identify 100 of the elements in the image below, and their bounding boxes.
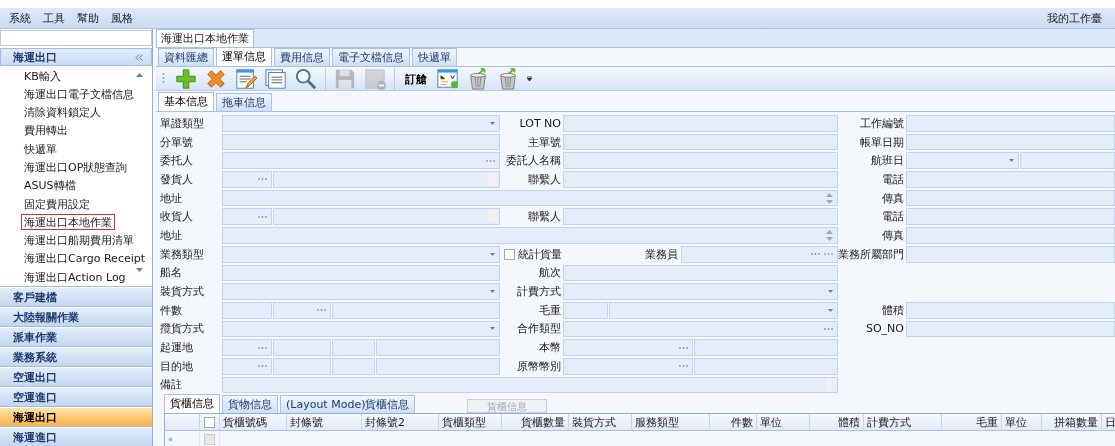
nav-group[interactable]: 空運進口 [0, 387, 152, 407]
lookup-field[interactable] [273, 301, 331, 319]
scroll-down-icon[interactable] [136, 268, 143, 272]
lookup-field[interactable] [563, 357, 693, 375]
menu-item[interactable]: 幫助 [77, 10, 99, 26]
input-field[interactable] [222, 133, 500, 151]
input-field[interactable] [563, 171, 838, 188]
input-field[interactable] [222, 376, 838, 394]
input-field[interactable] [906, 171, 1115, 188]
dropdown-arrow-icon[interactable] [490, 290, 495, 294]
input-field[interactable] [376, 357, 500, 375]
tab[interactable]: 快遞單 [412, 48, 457, 66]
nav-group[interactable]: 大陸報關作業 [0, 307, 152, 327]
input-field[interactable] [273, 357, 331, 375]
input-field[interactable] [906, 245, 1115, 263]
nav-group[interactable]: 海運出口 [0, 407, 152, 427]
input-field[interactable] [332, 301, 500, 319]
collapse-icon[interactable] [135, 53, 143, 61]
nav-item[interactable]: KB輸入 [21, 68, 64, 84]
lookup-field[interactable] [222, 208, 272, 226]
ellipsis-icon[interactable] [317, 309, 326, 312]
tab[interactable]: 貨物信息 [222, 395, 278, 414]
combo-box[interactable] [222, 245, 500, 263]
ellipsis-icon[interactable] [824, 327, 833, 330]
input-field[interactable] [332, 339, 375, 356]
input-field[interactable] [563, 133, 838, 151]
input-field[interactable] [906, 227, 1115, 244]
spin-icon[interactable] [826, 229, 833, 241]
input-field[interactable] [563, 264, 838, 282]
combo-box[interactable] [609, 301, 838, 319]
tab[interactable]: 電子文檔信息 [332, 48, 410, 66]
column-header[interactable]: 計費方式 [864, 414, 942, 431]
lookup-field[interactable] [222, 339, 272, 356]
select-all-checkbox[interactable] [204, 416, 215, 428]
nav-group[interactable]: 客戶建檔 [0, 287, 152, 307]
spin-icon[interactable] [826, 192, 833, 204]
combo-box[interactable] [906, 152, 1019, 170]
ellipsis-icon[interactable] [679, 365, 688, 368]
document-tab[interactable]: 海運出口本地作業 [156, 29, 254, 47]
lookup-field[interactable] [222, 171, 272, 188]
input-field[interactable] [273, 339, 331, 356]
tab[interactable]: 拖車信息 [216, 93, 272, 111]
nav-item[interactable]: 固定費用設定 [21, 196, 93, 213]
dropdown-arrow-icon[interactable] [490, 121, 495, 125]
input-field[interactable] [563, 208, 838, 226]
ellipsis-icon[interactable] [258, 365, 267, 368]
ellipsis-icon[interactable] [811, 253, 820, 256]
dropdown-arrow-icon[interactable] [1009, 159, 1014, 163]
column-header[interactable]: 服務類型 [632, 414, 710, 431]
column-header[interactable]: 件數 [710, 414, 757, 431]
nav-group[interactable]: 海運進口 [0, 427, 152, 446]
input-field[interactable] [906, 301, 1115, 319]
menu-item[interactable]: 風格 [111, 10, 133, 26]
input-field[interactable] [222, 264, 500, 282]
input-field[interactable] [906, 133, 1115, 151]
nav-group[interactable]: 空運出口 [0, 367, 152, 387]
document-add-icon[interactable] [437, 68, 459, 90]
picker-button[interactable] [488, 210, 498, 224]
text-area[interactable] [222, 189, 838, 207]
input-field[interactable] [563, 301, 608, 319]
menu-item[interactable]: 工具 [43, 10, 65, 26]
column-header[interactable]: 日 [1102, 414, 1115, 431]
tab[interactable]: 基本信息 [158, 92, 214, 111]
search-icon[interactable] [295, 68, 317, 90]
nav-item[interactable]: 快遞單 [21, 141, 60, 158]
ellipsis-icon[interactable] [824, 253, 833, 256]
nav-item[interactable]: ASUS轉檔 [21, 177, 79, 194]
input-field[interactable] [273, 171, 500, 188]
ellipsis-icon[interactable] [679, 346, 688, 349]
column-header[interactable]: 封條號 [287, 414, 362, 431]
input-field[interactable] [563, 152, 838, 170]
column-header[interactable]: 貨櫃類型 [439, 414, 502, 431]
input-field[interactable] [906, 320, 1115, 338]
column-header[interactable]: 單位 [1002, 414, 1042, 431]
checkbox[interactable] [504, 248, 515, 260]
column-header[interactable]: 封條號2 [362, 414, 439, 431]
overflow-icon[interactable] [527, 76, 532, 82]
input-field[interactable] [376, 339, 500, 356]
tab[interactable]: (Layout Mode)貨櫃信息 [280, 395, 416, 414]
column-header[interactable]: 毛重 [942, 414, 1002, 431]
picker-button[interactable] [826, 378, 836, 392]
lookup-field[interactable] [681, 245, 838, 263]
nav-item[interactable]: 海運出口本地作業 [21, 214, 115, 231]
input-field[interactable] [273, 208, 500, 226]
lookup-field[interactable] [563, 320, 838, 338]
column-header[interactable]: 貨櫃數量 [502, 414, 569, 431]
input-field[interactable] [906, 115, 1115, 132]
tab[interactable]: 資料匯總 [158, 48, 214, 66]
ellipsis-icon[interactable] [258, 346, 267, 349]
add-icon[interactable] [175, 68, 197, 90]
nav-group[interactable]: 業務系統 [0, 347, 152, 367]
edit-document-icon[interactable] [235, 68, 257, 90]
column-header[interactable]: 單位 [757, 414, 810, 431]
dropdown-arrow-icon[interactable] [828, 290, 833, 294]
nav-item[interactable]: 費用轉出 [21, 122, 71, 139]
nav-item[interactable]: 海運出口電子文檔信息 [21, 86, 137, 103]
nav-item[interactable]: 海運出口OP狀態查詢 [21, 159, 131, 176]
dropdown-arrow-icon[interactable] [828, 308, 833, 312]
search-field[interactable] [0, 30, 152, 46]
column-header[interactable]: 裝貨方式 [569, 414, 632, 431]
